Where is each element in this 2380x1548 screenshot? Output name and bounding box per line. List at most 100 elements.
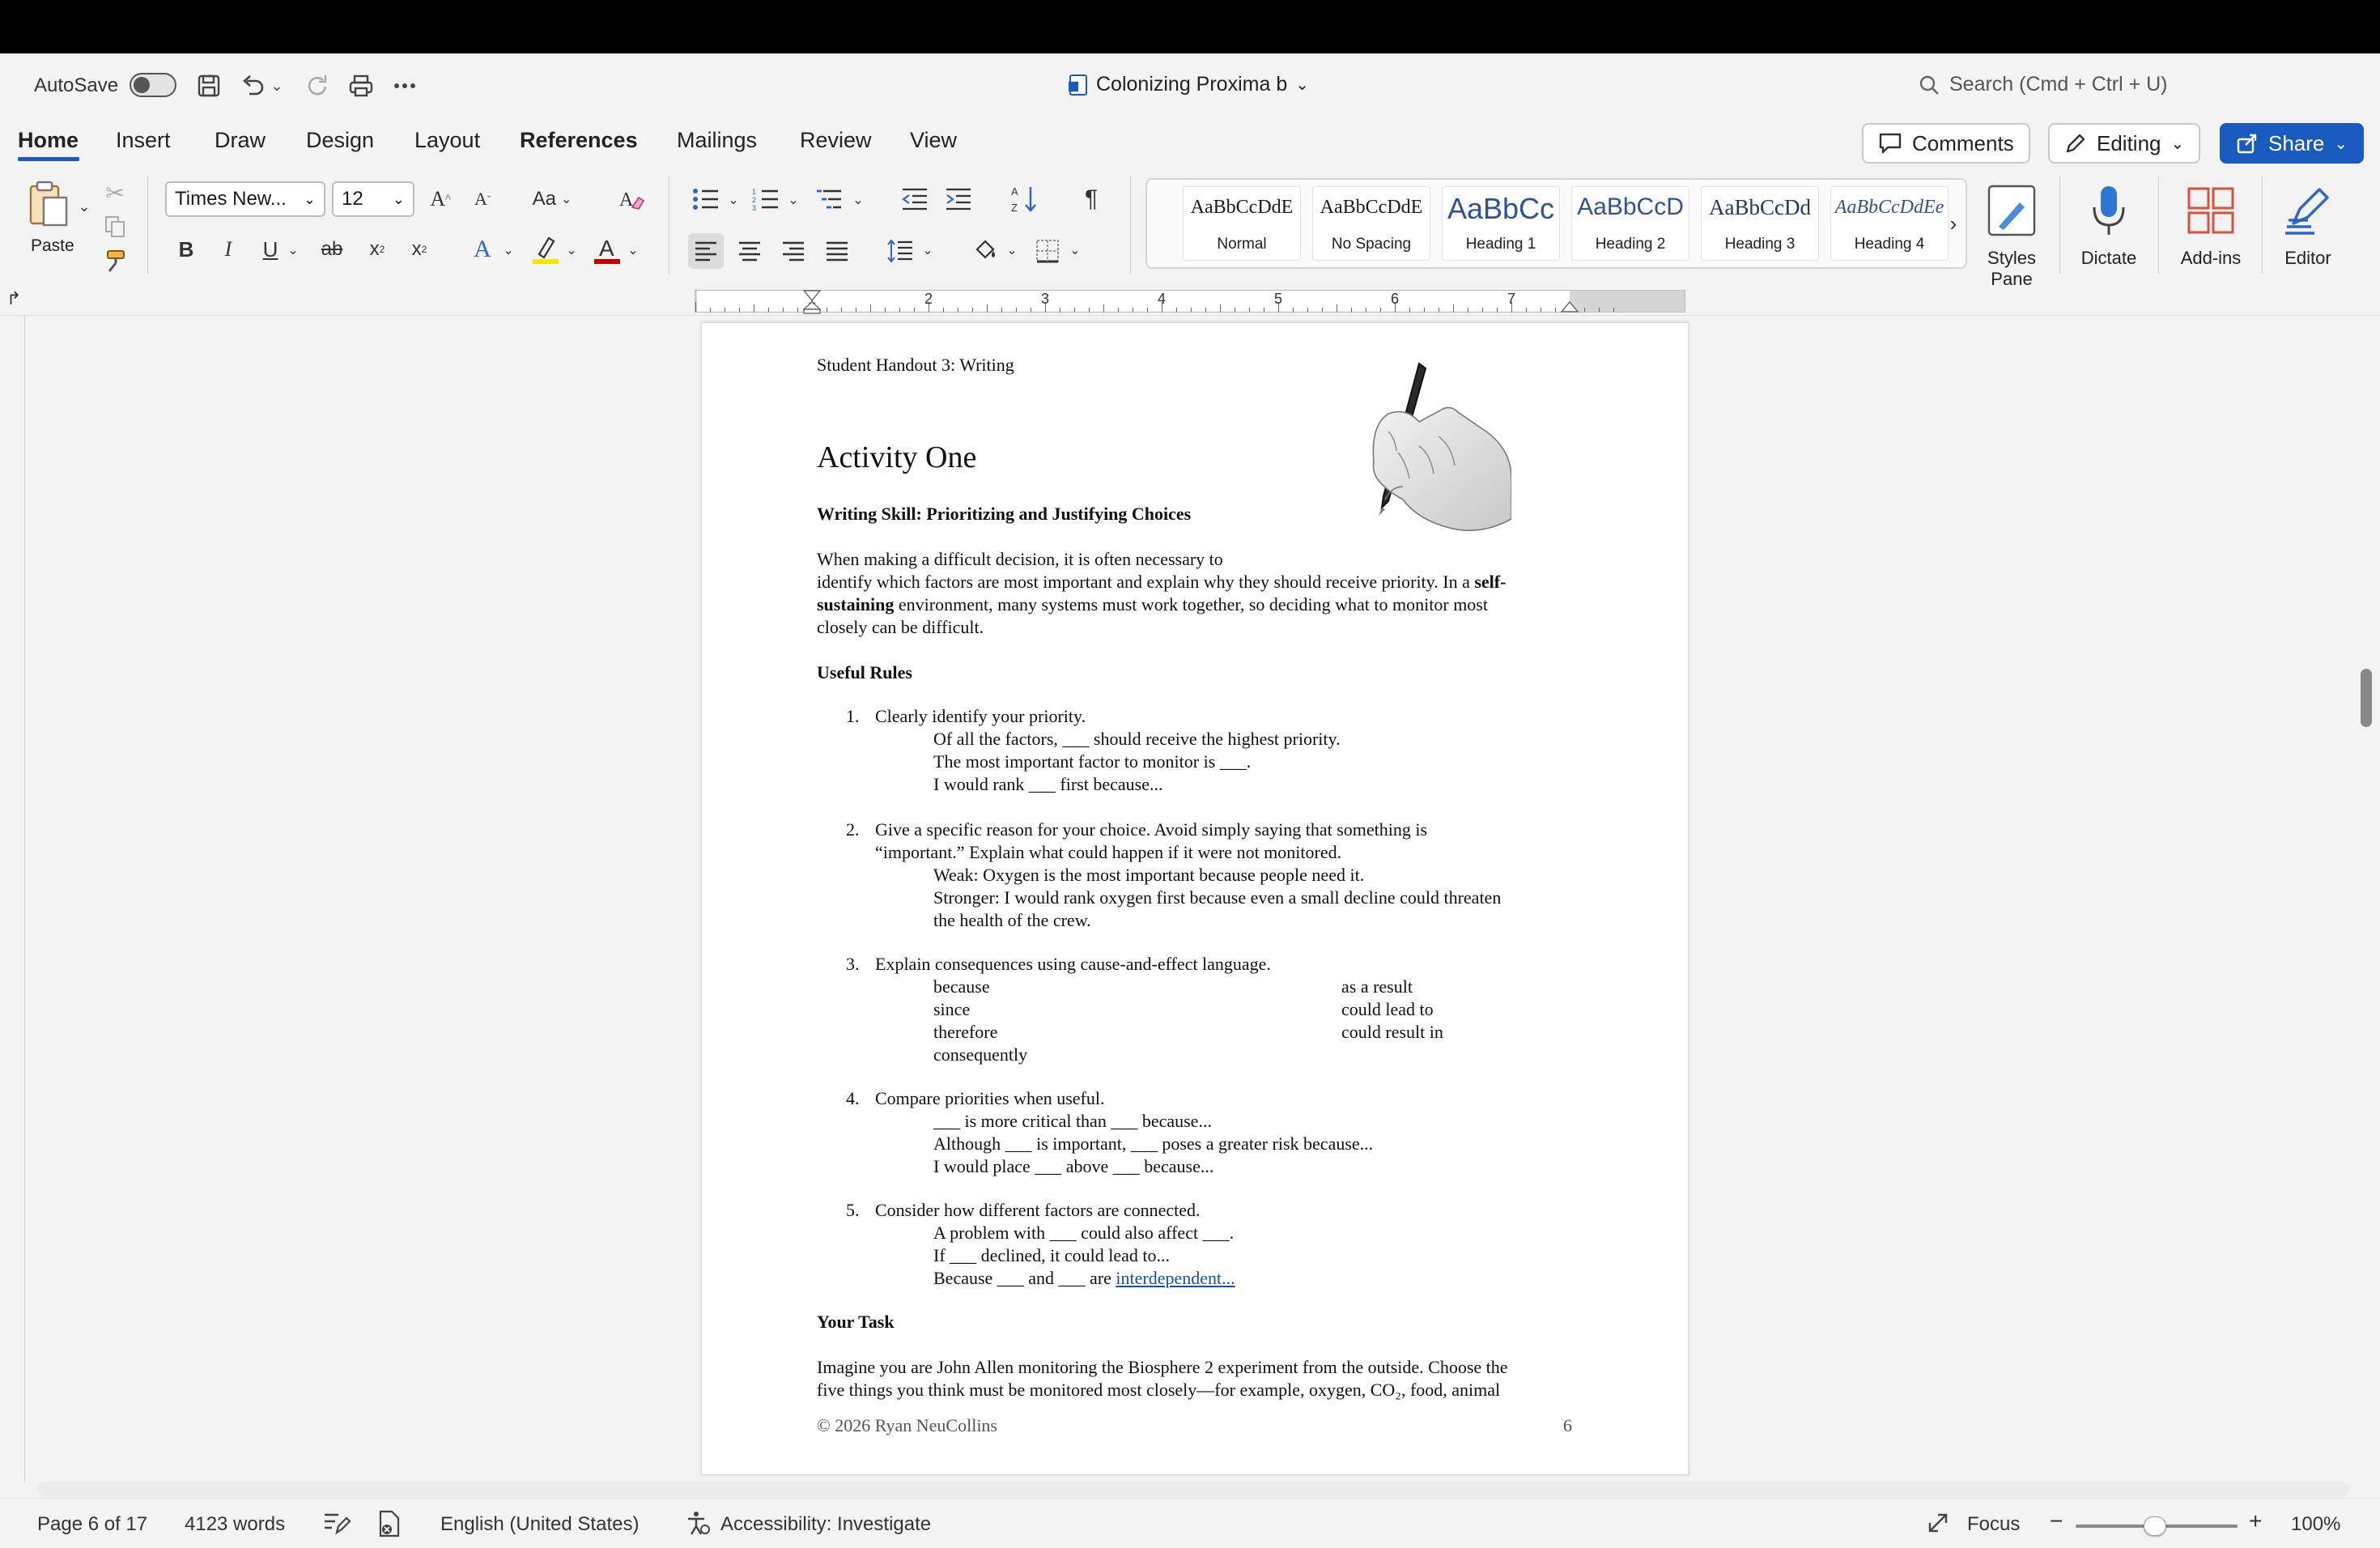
increase-indent-icon[interactable] [942, 183, 975, 215]
tab-layout[interactable]: Layout [414, 128, 480, 153]
text-effects-icon[interactable]: A [465, 233, 500, 266]
zoom-percentage[interactable]: 100% [2291, 1513, 2340, 1536]
proofing-icon[interactable] [377, 1510, 402, 1543]
borders-icon[interactable] [1030, 233, 1065, 269]
hyperlink[interactable]: interdependent... [1116, 1268, 1235, 1288]
font-size-combobox[interactable]: 12 ⌄ [332, 181, 414, 217]
change-case-button[interactable]: Aa ⌄ [528, 183, 576, 215]
horizontal-ruler[interactable]: 1234567 [695, 290, 1685, 313]
dictate-button[interactable]: Dictate [2064, 178, 2153, 283]
sort-icon[interactable]: AZ [1007, 181, 1043, 217]
align-center-icon[interactable] [732, 233, 767, 269]
underline-options-chevron-icon[interactable]: ⌄ [285, 238, 301, 262]
tab-mailings[interactable]: Mailings [677, 128, 757, 153]
styles-pane-button[interactable]: Styles Pane [1967, 178, 2056, 289]
horizontal-scrollbar[interactable] [37, 1482, 2349, 1496]
tab-design[interactable]: Design [306, 128, 374, 153]
style-normal[interactable]: AaBbCcDdE Normal [1183, 186, 1301, 261]
share-button[interactable]: Share ⌄ [2220, 123, 2365, 164]
borders-chevron-icon[interactable]: ⌄ [1067, 238, 1083, 262]
undo-dropdown-chevron-icon[interactable]: ⌄ [267, 70, 287, 102]
format-painter-icon[interactable] [100, 246, 130, 275]
redo-icon[interactable] [301, 70, 334, 102]
align-left-icon[interactable] [688, 233, 724, 269]
style-preview: AaBbCcD [1577, 194, 1684, 220]
line-spacing-chevron-icon[interactable]: ⌄ [920, 238, 936, 262]
zoom-slider-thumb[interactable] [2144, 1516, 2166, 1536]
shading-icon[interactable] [968, 233, 1004, 269]
document-title[interactable]: Colonizing Proxima b ⌄ [1069, 73, 1309, 96]
superscript-button[interactable]: x2 [403, 233, 436, 266]
undo-icon[interactable] [236, 70, 269, 102]
clear-formatting-icon[interactable]: A [615, 183, 648, 215]
highlight-chevron-icon[interactable]: ⌄ [563, 238, 580, 262]
accessibility-status[interactable]: Accessibility: Investigate [720, 1513, 931, 1536]
tab-insert[interactable]: Insert [116, 128, 171, 153]
hanging-indent-marker[interactable] [802, 301, 822, 314]
show-formatting-marks-icon[interactable]: ¶ [1075, 181, 1107, 217]
autosave-toggle[interactable] [130, 73, 176, 97]
zoom-in-icon[interactable]: + [2249, 1508, 2262, 1534]
print-icon[interactable] [345, 70, 377, 102]
font-name-combobox[interactable]: Times New... ⌄ [165, 181, 325, 217]
more-options-icon[interactable] [389, 70, 421, 102]
editor-button[interactable]: Editor [2263, 178, 2352, 283]
zoom-out-icon[interactable]: − [2050, 1508, 2063, 1534]
highlight-color-icon[interactable] [528, 230, 563, 269]
bullets-chevron-icon[interactable]: ⌄ [725, 188, 742, 212]
right-indent-marker[interactable] [1560, 300, 1579, 313]
document-page[interactable]: Student Handout 3: Writing Activity One … [701, 322, 1689, 1475]
style-heading-3[interactable]: AaBbCcDd Heading 3 [1701, 186, 1819, 261]
subscript-button[interactable]: x2 [361, 233, 393, 266]
tab-review[interactable]: Review [800, 128, 872, 153]
search-field[interactable]: Search (Cmd + Ctrl + U) [1919, 73, 2168, 96]
addins-button[interactable]: Add-ins [2166, 178, 2255, 283]
justify-icon[interactable] [819, 233, 855, 269]
copy-icon[interactable] [100, 212, 130, 241]
save-icon[interactable] [193, 70, 225, 102]
accessibility-icon[interactable] [685, 1510, 711, 1542]
cut-icon[interactable]: ✂ [100, 178, 130, 207]
word-count[interactable]: 4123 words [185, 1513, 285, 1536]
multilevel-list-icon[interactable] [813, 183, 845, 215]
paste-icon[interactable] [26, 178, 71, 230]
focus-mode-icon[interactable] [1927, 1512, 1949, 1540]
language-indicator[interactable]: English (United States) [440, 1513, 639, 1536]
italic-button[interactable]: I [214, 233, 243, 266]
bullets-icon[interactable] [690, 183, 722, 215]
tab-draw[interactable]: Draw [215, 128, 266, 153]
text-effects-chevron-icon[interactable]: ⌄ [500, 238, 516, 262]
vertical-scrollbar-thumb[interactable] [2361, 669, 2372, 727]
grow-font-icon[interactable]: A ^ [426, 183, 455, 215]
tab-home[interactable]: Home [18, 128, 79, 153]
style-name: Heading 3 [1724, 236, 1796, 253]
page-count[interactable]: Page 6 of 17 [37, 1513, 147, 1536]
editing-mode-button[interactable]: Editing ⌄ [2048, 123, 2201, 164]
track-changes-icon[interactable] [322, 1510, 351, 1542]
focus-label[interactable]: Focus [1967, 1513, 2020, 1536]
style-heading-4[interactable]: AaBbCcDdEe Heading 4 [1830, 186, 1949, 261]
line-spacing-icon[interactable] [882, 233, 918, 269]
style-heading-1[interactable]: AaBbCc Heading 1 [1442, 186, 1560, 261]
paste-options-chevron-icon[interactable]: ⌄ [76, 194, 92, 219]
shrink-font-icon[interactable]: Aˇ [468, 183, 497, 215]
numbering-chevron-icon[interactable]: ⌄ [785, 188, 801, 212]
comments-button[interactable]: Comments [1862, 123, 2030, 164]
underline-button[interactable]: U [256, 233, 285, 266]
tab-selector-icon[interactable]: ↱ [6, 288, 21, 309]
font-color-chevron-icon[interactable]: ⌄ [625, 238, 641, 262]
shading-chevron-icon[interactable]: ⌄ [1004, 238, 1020, 262]
font-color-icon[interactable]: A [589, 230, 625, 269]
first-line-indent-marker[interactable] [802, 290, 822, 302]
tab-references[interactable]: References [520, 128, 638, 153]
tab-view[interactable]: View [910, 128, 957, 153]
gallery-next-chevron-icon[interactable]: › [1944, 209, 1963, 238]
strikethrough-button[interactable]: ab [316, 233, 348, 266]
style-no-spacing[interactable]: AaBbCcDdE No Spacing [1312, 186, 1430, 261]
multilevel-chevron-icon[interactable]: ⌄ [850, 188, 866, 212]
decrease-indent-icon[interactable] [899, 183, 931, 215]
align-right-icon[interactable] [776, 233, 811, 269]
bold-button[interactable]: B [172, 233, 201, 266]
style-heading-2[interactable]: AaBbCcD Heading 2 [1571, 186, 1689, 261]
numbering-icon[interactable]: 123 [750, 183, 782, 215]
